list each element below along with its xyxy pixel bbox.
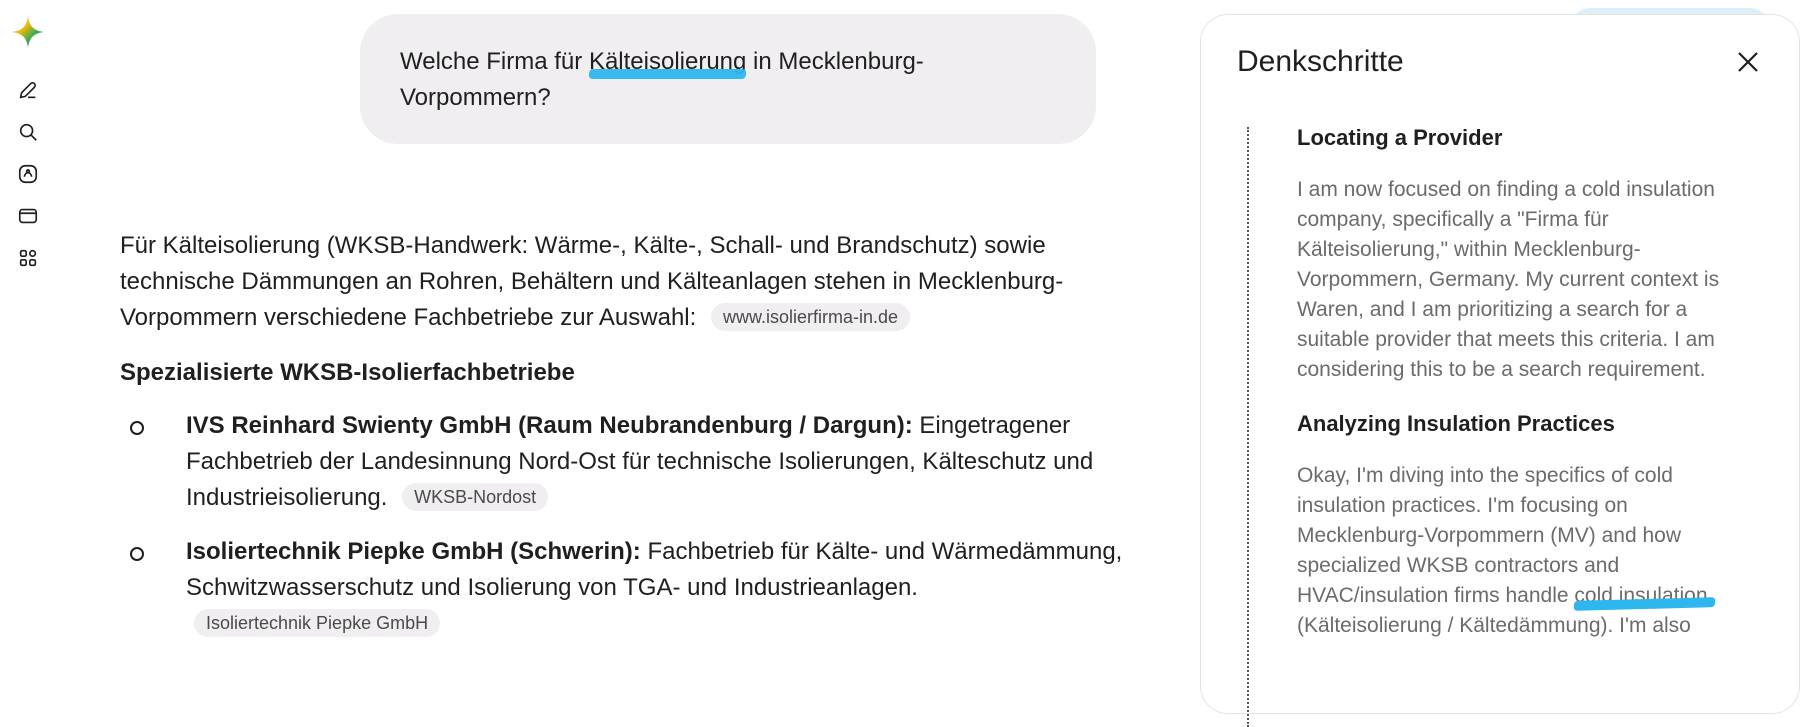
provider-list: IVS Reinhard Swienty GmbH (Raum Neubrand… [120,408,1160,642]
gems-icon[interactable] [12,158,44,190]
response-intro-text: Für Kälteisolierung (WKSB-Handwerk: Wärm… [120,232,1064,331]
provider-name: IVS Reinhard Swienty GmbH (Raum Neubrand… [186,412,913,439]
gemini-sparkle-icon[interactable] [10,14,46,50]
source-chip[interactable]: WKSB-Nordost [402,483,549,511]
thought-heading: Analyzing Insulation Practices [1297,411,1615,436]
side-rail [0,0,56,676]
library-icon[interactable] [12,200,44,232]
section-heading: Spezialisierte WKSB-Isolierfachbetriebe [120,359,575,386]
source-chip[interactable]: Isoliertechnik Piepke GmbH [194,609,441,637]
panel-title: Denkschritte [1237,45,1404,78]
user-message-highlight: Kälteisolierung [588,48,747,75]
chat-area: Welche Firma für Kälteisolierung in Meck… [56,0,1200,676]
apps-icon[interactable] [12,242,44,274]
timeline-divider [1247,127,1249,727]
thought-body: Okay, I'm diving into the specifics of c… [1297,461,1751,641]
source-chip[interactable]: www.isolierfirma-in.de [710,303,911,331]
new-chat-icon[interactable] [12,74,44,106]
response-intro: Für Kälteisolierung (WKSB-Handwerk: Wärm… [120,228,1160,336]
model-response: Für Kälteisolierung (WKSB-Handwerk: Wärm… [120,228,1160,660]
thinking-panel: Denkschritte Locating a Provider I am no… [1200,14,1800,727]
thought-list: Locating a Provider I am now focused on … [1297,123,1751,665]
bullet-icon [130,421,144,435]
user-message-text: Welche Firma für [400,48,589,75]
provider-name: Isoliertechnik Piepke GmbH (Schwerin): [186,538,641,565]
bullet-icon [130,547,144,561]
list-item: Isoliertechnik Piepke GmbH (Schwerin): F… [120,534,1160,642]
thought-heading: Locating a Provider [1297,125,1503,150]
thought-body-text-end: (Kälteisolierung / Kältedämmung). I'm al… [1297,614,1691,637]
close-icon[interactable] [1731,45,1765,79]
search-icon[interactable] [12,116,44,148]
user-message-bubble: Welche Firma für Kälteisolierung in Meck… [360,14,1096,144]
thought-body-highlight: cold insulation [1574,584,1708,607]
thought-body: I am now focused on finding a cold insul… [1297,178,1720,381]
list-item: IVS Reinhard Swienty GmbH (Raum Neubrand… [120,408,1160,516]
